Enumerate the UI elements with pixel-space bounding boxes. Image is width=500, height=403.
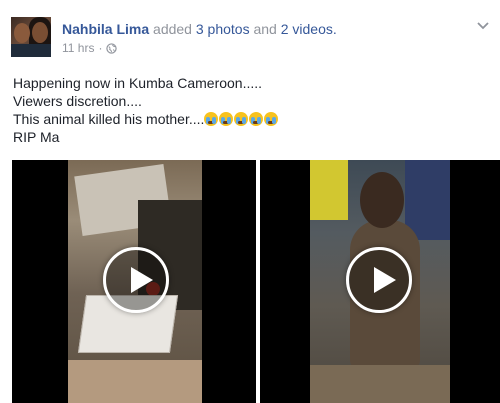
globe-icon[interactable]	[106, 42, 118, 54]
post-text-line: RIP Ma	[13, 129, 60, 145]
author-avatar[interactable]	[11, 17, 51, 57]
video-thumbnail-2[interactable]	[260, 160, 500, 403]
crying-face-icon	[264, 112, 279, 126]
post-meta: 11 hrs ·	[62, 41, 118, 55]
timestamp-link[interactable]: 11 hrs	[62, 41, 94, 55]
post-body: Happening now in Kumba Cameroon..... Vie…	[13, 74, 279, 146]
video-thumbnail-1[interactable]	[12, 160, 256, 403]
crying-face-icon	[219, 112, 234, 126]
crying-face-icon	[249, 112, 264, 126]
play-icon[interactable]	[103, 247, 169, 313]
chevron-down-icon[interactable]	[475, 17, 491, 33]
meta-separator: ·	[98, 41, 103, 55]
post-action-text: added 3 photos and 2 videos.	[153, 21, 337, 37]
post-header: Nahbila Lima added 3 photos and 2 videos…	[62, 21, 337, 37]
crying-face-icon	[204, 112, 219, 126]
crying-face-icon	[234, 112, 249, 126]
play-icon[interactable]	[346, 247, 412, 313]
feed-post: Nahbila Lima added 3 photos and 2 videos…	[0, 0, 500, 403]
photos-link[interactable]: 3 photos	[196, 21, 250, 37]
post-text-line: Viewers discretion....	[13, 93, 142, 109]
videos-link[interactable]: 2 videos.	[281, 21, 337, 37]
author-name-link[interactable]: Nahbila Lima	[62, 21, 149, 37]
post-text-line: Happening now in Kumba Cameroon.....	[13, 75, 263, 91]
post-text-line-with-emoji: This animal killed his mother....	[13, 110, 279, 128]
